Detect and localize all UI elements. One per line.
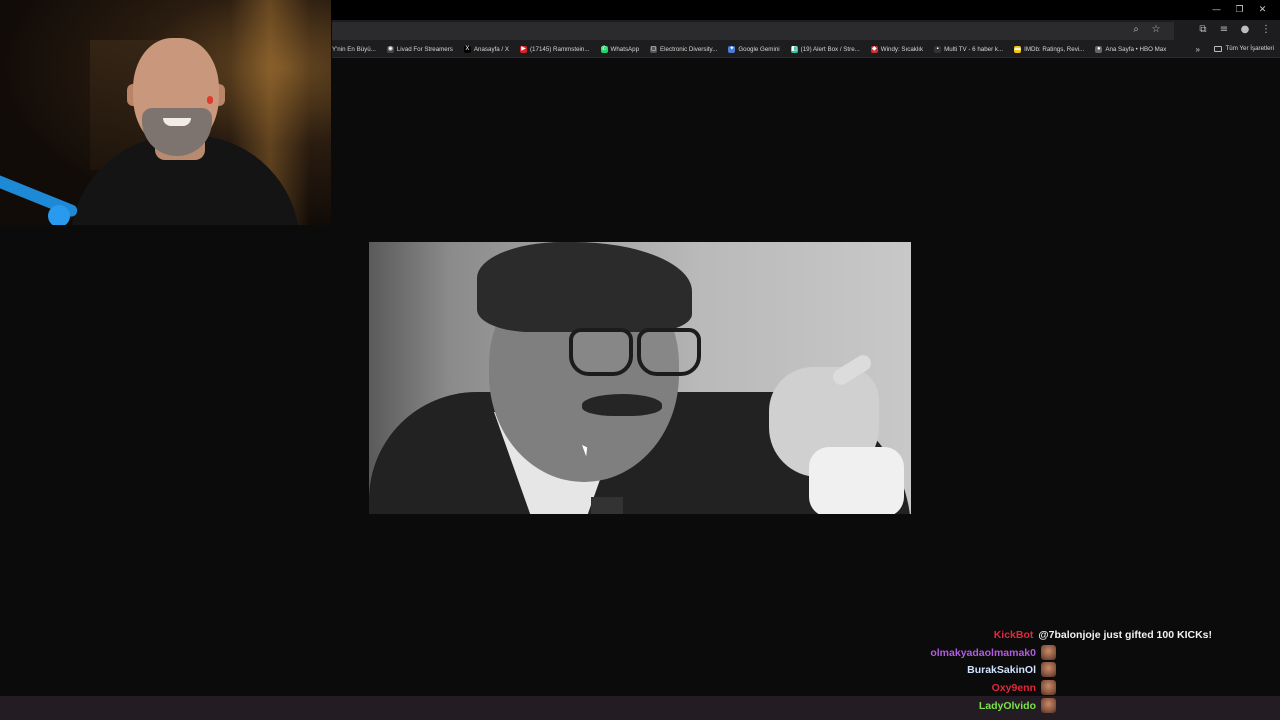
restore-button[interactable]: ❐ [1228, 3, 1251, 17]
bookmark-favicon-icon: ▶ [520, 46, 527, 53]
bottom-bar [0, 696, 1280, 720]
bookmark-item[interactable]: X Anasayfa / X [463, 46, 509, 53]
bookmark-item[interactable]: Y'nin En Büyü... [332, 46, 376, 53]
bookmark-item[interactable]: ◧ (19) Alert Box / Stre... [790, 46, 860, 53]
chat-message: KickBot @7balonjoje just gifted 100 KICKs… [994, 626, 1212, 643]
window-controls: — ❐ ✕ [1205, 3, 1274, 17]
bookmark-favicon-icon: X [463, 46, 471, 53]
bookmark-item[interactable]: ▬ IMDb: Ratings, Revi... [1014, 46, 1084, 53]
bookmark-favicon-icon: ▪ [934, 46, 942, 53]
bookmark-item[interactable]: ▢ Electronic Diversity... [650, 46, 717, 53]
bookmark-item[interactable]: ✆ WhatsApp [600, 46, 640, 53]
bookmark-label: IMDb: Ratings, Revi... [1024, 46, 1085, 53]
menu-icon[interactable]: ⋮ [1260, 24, 1272, 36]
chat-username[interactable]: BurakSakinOl [967, 664, 1036, 676]
chat-username[interactable]: LadyOlvido [979, 700, 1036, 712]
address-bar[interactable] [332, 22, 1174, 40]
bookmark-favicon-icon: ● [1095, 46, 1103, 53]
profile-icon[interactable]: ● [1239, 24, 1251, 36]
microphone [48, 205, 70, 225]
chat-message: olmakyadaolmamak0 [930, 644, 1056, 661]
displayed-photo [369, 242, 911, 514]
chat-emote-icon [1041, 645, 1056, 660]
bookmark-favicon-icon: ◉ [386, 46, 394, 53]
chat-text: @7balonjoje just gifted 100 KICKs! [1038, 628, 1212, 641]
bookmark-item[interactable]: ✦ Google Gemini [728, 46, 780, 53]
streamer-smile [163, 118, 191, 126]
chat-message: Oxy9enn [992, 679, 1056, 696]
photo-tie [591, 497, 623, 514]
bookmark-item[interactable]: ◉ Livad For Streamers [386, 46, 453, 53]
bookmark-favicon-icon: ◆ [870, 46, 878, 53]
earbud [207, 96, 213, 104]
bookmark-favicon-icon: ✦ [728, 46, 736, 53]
all-bookmarks-label: Tüm Yer İşaretleri [1225, 45, 1275, 52]
bookmark-item[interactable]: ● Ana Sayfa • HBO Max [1095, 46, 1166, 53]
omnibox-icons: ⌕ ☆ [1130, 24, 1162, 36]
bookmark-label: (17145) Rammstein... [530, 46, 590, 53]
bookmark-label: Livad For Streamers [396, 46, 453, 53]
bookmark-label: Windy: Sıcaklık [880, 46, 924, 53]
webcam-overlay [0, 0, 331, 225]
minimize-button[interactable]: — [1205, 3, 1228, 17]
chat-emote-icon [1041, 698, 1056, 713]
extensions-icon[interactable]: ⧉ [1197, 24, 1209, 36]
bookmarks-bar: Y'nin En Büyü... ◉ Livad For Streamers X Ana… [332, 42, 1280, 58]
browser-toolbar: ⌕ ☆ ⧉ ≡ ● ⋮ [332, 20, 1280, 42]
chat-emote-icon [1041, 662, 1056, 677]
chat-username[interactable]: Oxy9enn [992, 682, 1036, 694]
bookmark-favicon-icon: ▢ [650, 46, 658, 53]
photo-glasses-right [637, 328, 701, 376]
chat-username[interactable]: KickBot [994, 629, 1034, 641]
bookmark-favicon-icon: ◧ [790, 46, 798, 53]
bookmark-label: Google Gemini [738, 46, 780, 53]
bookmark-label: Y'nin En Büyü... [332, 46, 376, 53]
star-icon[interactable]: ☆ [1150, 24, 1162, 36]
media-icon[interactable]: ≡ [1218, 24, 1230, 36]
close-button[interactable]: ✕ [1251, 3, 1274, 17]
chat-message: LadyOlvido [979, 697, 1056, 714]
photo-hair [477, 242, 692, 332]
photo-shirt-cuff [809, 447, 904, 514]
folder-icon [1213, 45, 1222, 52]
bookmark-favicon-icon: ▬ [1014, 46, 1022, 53]
bookmarks-overflow-button[interactable]: » [1196, 45, 1200, 54]
bookmark-item[interactable]: ▪ Multi TV - 6 haber k... [934, 46, 1003, 53]
photo-glasses-left [569, 328, 633, 376]
chat-message: BurakSakinOl [967, 661, 1056, 678]
bookmark-label: Anasayfa / X [473, 46, 509, 53]
bookmark-favicon-icon: ✆ [600, 46, 608, 53]
chat-emote-icon [1041, 680, 1056, 695]
bookmark-label: (19) Alert Box / Stre... [800, 46, 860, 53]
bookmark-label: Ana Sayfa • HBO Max [1105, 46, 1167, 53]
bookmark-item[interactable]: ▶ (17145) Rammstein... [520, 46, 590, 53]
photo-mustache [582, 394, 662, 416]
zoom-icon[interactable]: ⌕ [1130, 24, 1142, 36]
toolbar-icons: ⧉ ≡ ● ⋮ [1197, 24, 1272, 36]
bookmark-label: Electronic Diversity... [660, 46, 718, 53]
bookmark-label: Multi TV - 6 haber k... [944, 46, 1004, 53]
bookmark-item[interactable]: ◆ Windy: Sıcaklık [870, 46, 924, 53]
chat-username[interactable]: olmakyadaolmamak0 [930, 647, 1036, 659]
all-bookmarks-folder[interactable]: Tüm Yer İşaretleri [1213, 45, 1275, 52]
bookmark-label: WhatsApp [610, 46, 640, 53]
